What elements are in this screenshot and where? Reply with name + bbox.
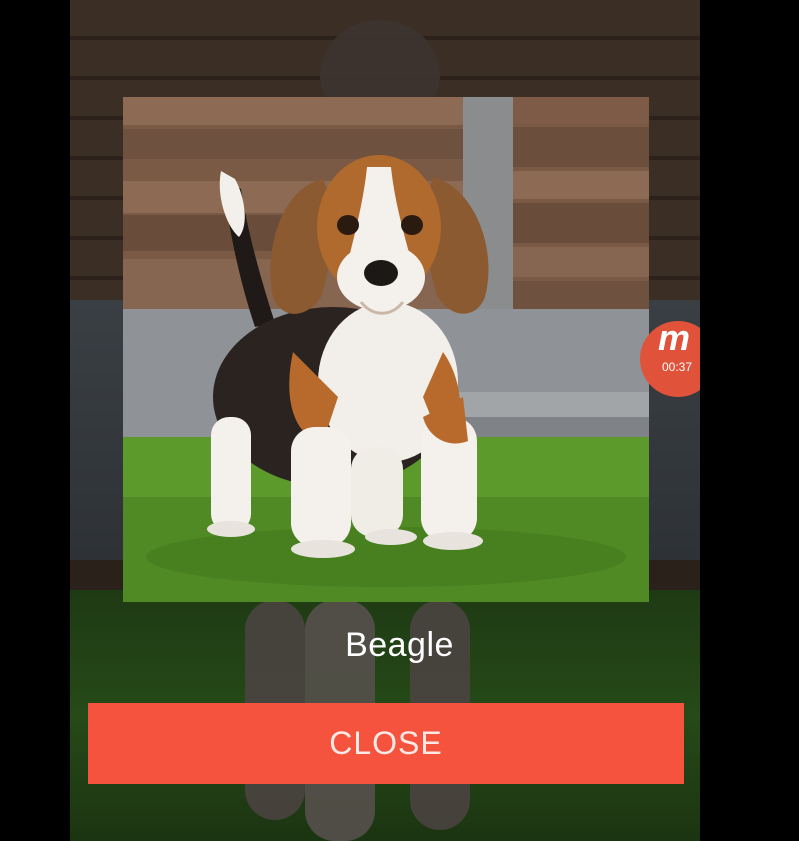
screen-recorder-bubble[interactable]: m 00:37 xyxy=(640,310,700,410)
left-letterbox xyxy=(0,0,70,841)
right-letterbox xyxy=(700,0,799,841)
breed-caption: Beagle xyxy=(345,626,454,664)
dog-photo xyxy=(123,97,649,602)
beagle-photo-icon xyxy=(123,97,649,602)
recorder-logo-icon: m xyxy=(658,317,691,358)
recorder-elapsed-time: 00:37 xyxy=(662,360,693,374)
close-button[interactable]: CLOSE xyxy=(88,703,684,784)
